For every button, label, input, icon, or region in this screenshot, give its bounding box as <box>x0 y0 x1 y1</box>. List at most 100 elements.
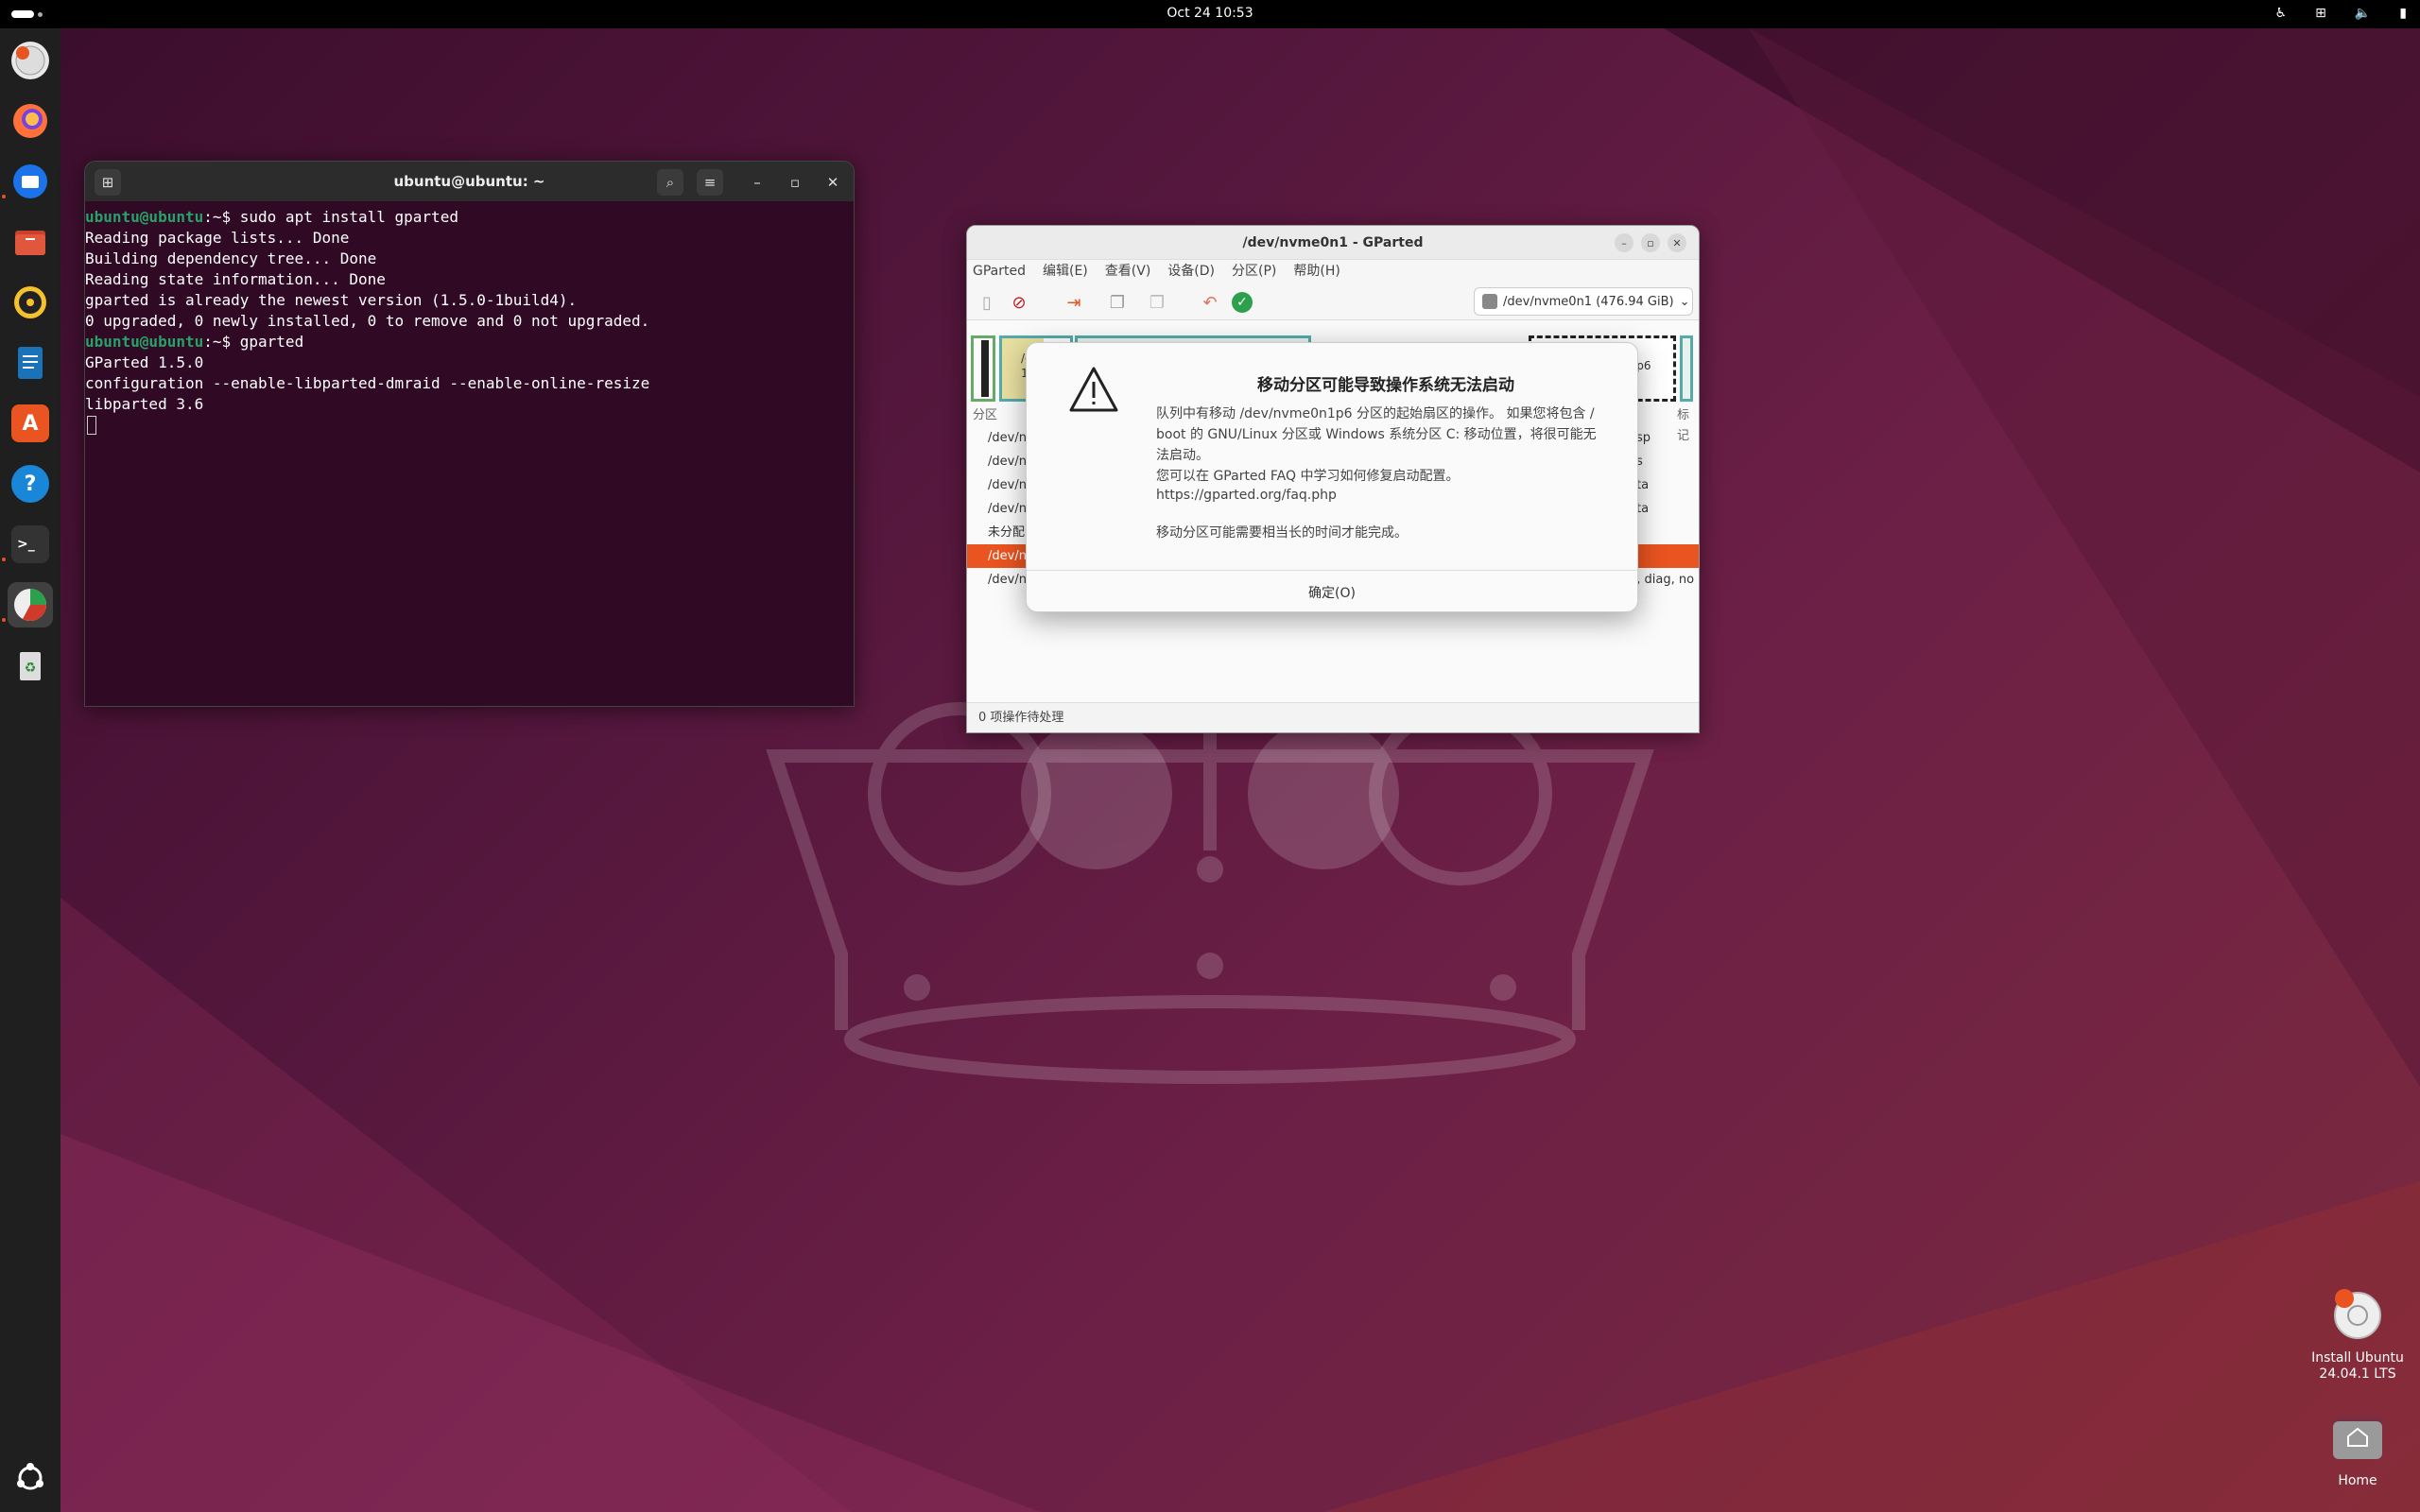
dock-firefox[interactable] <box>8 98 53 144</box>
firefox-icon <box>11 102 49 140</box>
gparted-close-button[interactable]: ✕ <box>1668 233 1686 252</box>
dock-writer[interactable] <box>8 340 53 386</box>
thunderbird-icon <box>11 163 49 200</box>
checkmark-icon: ✓ <box>1236 295 1248 310</box>
clock[interactable]: Oct 24 10:53 <box>1115 6 1305 21</box>
menu-device[interactable]: 设备(D) <box>1167 260 1215 283</box>
show-apps-icon <box>11 1459 49 1497</box>
terminal-line: Reading package lists... Done <box>85 229 350 247</box>
dialog-text-line: 您可以在 GParted FAQ 中学习如何修复启动配置。 <box>1156 469 1460 484</box>
accessibility-icon[interactable]: ♿ <box>2275 6 2288 21</box>
device-selector-label: /dev/nvme0n1 (476.94 GiB) <box>1503 294 1674 309</box>
dialog-text-line: 队列中有移动 /dev/nvme0n1p6 分区的起始扇区的操作。 如果您将包含… <box>1156 406 1595 421</box>
partition-name: 未分配 <box>988 525 1026 540</box>
terminal-search-button[interactable]: ⌕ <box>657 169 683 196</box>
libreoffice-writer-icon <box>11 344 49 382</box>
battery-icon[interactable]: ▮ <box>2399 6 2407 21</box>
dialog-title: 移动分区可能导致操作系统无法启动 <box>1257 376 1514 395</box>
home-folder-icon <box>2333 1416 2382 1459</box>
partition-name: /dev/n <box>988 478 1027 492</box>
close-button[interactable]: ✕ <box>820 169 846 196</box>
partition-block[interactable] <box>1680 335 1693 402</box>
resize-move-button[interactable]: ⇥ <box>1062 290 1086 315</box>
dock-files[interactable] <box>8 219 53 265</box>
partition-block[interactable] <box>971 335 995 402</box>
undo-button[interactable]: ↶ <box>1198 290 1222 315</box>
maximize-icon: ▫ <box>1647 236 1654 249</box>
menu-edit[interactable]: 编辑(E) <box>1043 260 1088 283</box>
rhythmbox-icon <box>11 284 49 321</box>
terminal-line: configuration --enable-libparted-dmraid … <box>85 374 650 392</box>
terminal-line: Building dependency tree... Done <box>85 249 377 267</box>
ubuntu-installer-icon <box>11 42 49 79</box>
apply-button[interactable]: ✓ <box>1232 292 1253 313</box>
terminal-output[interactable]: ubuntu@ubuntu:~$ sudo apt install gparte… <box>85 201 854 415</box>
menu-gparted[interactable]: GParted <box>973 260 1026 283</box>
warning-icon <box>1069 367 1118 412</box>
faq-link[interactable]: https://gparted.org/faq.php <box>1156 485 1619 506</box>
files-icon <box>11 223 49 261</box>
terminal-header[interactable]: ⊞ ubuntu@ubuntu: ~ ⌕ ≡ – ▫ ✕ <box>85 162 854 201</box>
maximize-button[interactable]: ▫ <box>782 169 808 196</box>
search-icon: ⌕ <box>666 174 675 191</box>
menu-view[interactable]: 查看(V) <box>1105 260 1151 283</box>
system-tray[interactable]: ♿ ⊞ 🔈 ▮ <box>2275 6 2407 21</box>
ubuntu-installer-icon <box>2334 1289 2381 1339</box>
warning-dialog[interactable]: 移动分区可能导致操作系统无法启动 队列中有移动 /dev/nvme0n1p6 分… <box>1026 342 1638 612</box>
ok-button[interactable]: 确定(O) <box>1027 571 1637 611</box>
partition-name: /dev/n <box>988 431 1027 445</box>
paste-icon: ❐ <box>1149 292 1166 313</box>
hamburger-menu-icon: ≡ <box>703 174 717 191</box>
dialog-text-line: boot 的 GNU/Linux 分区或 Windows 系统分区 C: 移动位… <box>1156 427 1597 442</box>
partition-name: /dev/n <box>988 573 1027 587</box>
desktop-home[interactable]: Home <box>2318 1410 2397 1489</box>
terminal-menu-button[interactable]: ≡ <box>697 169 723 196</box>
copy-icon: ❐ <box>1109 292 1126 313</box>
minimize-icon: – <box>1621 236 1627 249</box>
dock: A ? >_ ♻ <box>0 28 60 1512</box>
new-partition-button[interactable]: ▯ <box>975 290 999 315</box>
app-center-icon: A <box>11 404 49 442</box>
menu-help[interactable]: 帮助(H) <box>1293 260 1340 283</box>
text-cursor <box>87 415 96 435</box>
menu-partition[interactable]: 分区(P) <box>1232 260 1276 283</box>
copy-button[interactable]: ❐ <box>1105 290 1130 315</box>
command-text: gparted <box>239 333 304 351</box>
prompt-user: ubuntu@ubuntu <box>85 333 204 351</box>
paste-button[interactable]: ❐ <box>1145 290 1169 315</box>
gparted-minimize-button[interactable]: – <box>1615 233 1634 252</box>
dock-app-center[interactable]: A <box>8 401 53 446</box>
dock-thunderbird[interactable] <box>8 159 53 204</box>
dock-ubuntu-installer[interactable] <box>8 38 53 83</box>
dock-gparted[interactable] <box>8 582 53 627</box>
gparted-icon <box>11 586 49 624</box>
disk-icon <box>1482 294 1497 309</box>
dock-help[interactable]: ? <box>8 461 53 507</box>
network-icon[interactable]: ⊞ <box>2315 6 2326 21</box>
minimize-icon: – <box>753 174 761 191</box>
gparted-titlebar[interactable]: /dev/nvme0n1 - GParted – ▫ ✕ <box>967 226 1699 260</box>
dock-terminal[interactable]: >_ <box>8 522 53 567</box>
terminal-line: 0 upgraded, 0 newly installed, 0 to remo… <box>85 312 650 330</box>
partition-flags: n, diag, no <box>1629 573 1695 587</box>
terminal-cursor-line[interactable] <box>85 415 854 436</box>
minimize-button[interactable]: – <box>744 169 770 196</box>
prompt-user: ubuntu@ubuntu <box>85 208 204 226</box>
delete-partition-button[interactable]: ⊘ <box>1007 290 1031 315</box>
desktop-install-ubuntu[interactable]: Install Ubuntu 24.04.1 LTS <box>2301 1287 2414 1383</box>
maximize-icon: ▫ <box>789 174 801 191</box>
show-apps-button[interactable] <box>8 1455 53 1501</box>
terminal-icon: >_ <box>11 525 49 563</box>
dock-trash[interactable]: ♻ <box>8 643 53 688</box>
terminal-window[interactable]: ⊞ ubuntu@ubuntu: ~ ⌕ ≡ – ▫ ✕ ubuntu@ubun… <box>84 161 855 707</box>
volume-icon[interactable]: 🔈 <box>2355 6 2371 21</box>
partition-name: /dev/n <box>988 549 1027 563</box>
activities-indicator[interactable] <box>11 10 43 18</box>
device-selector[interactable]: /dev/nvme0n1 (476.94 GiB) ⌄ <box>1474 287 1693 316</box>
gparted-maximize-button[interactable]: ▫ <box>1641 233 1660 252</box>
gparted-toolbar: ▯ ⊘ ⇥ ❐ ❐ ↶ ✓ /dev/nvme0n1 (476.94 GiB) … <box>967 283 1699 320</box>
column-partition[interactable]: 分区 <box>973 408 997 422</box>
install-ubuntu-label: Install Ubuntu <box>2311 1350 2404 1366</box>
terminal-line: ubuntu@ubuntu:~$ sudo apt install gparte… <box>85 207 854 228</box>
dock-rhythmbox[interactable] <box>8 280 53 325</box>
